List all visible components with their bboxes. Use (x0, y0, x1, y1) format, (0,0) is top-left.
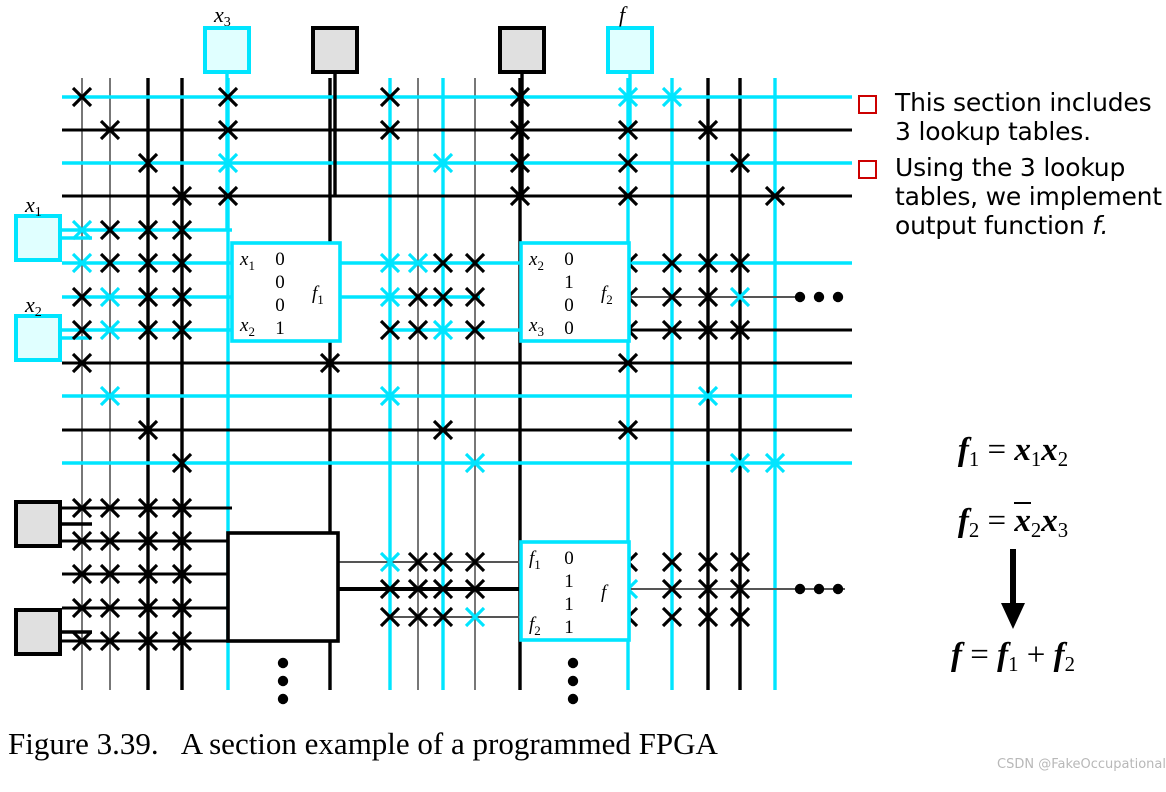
lut-content-bit: 0 (564, 548, 574, 569)
vertical-ellipsis (567, 657, 579, 669)
pad-label-f: f (619, 2, 626, 27)
lut-content-bit: 0 (564, 249, 574, 270)
vertical-ellipsis (277, 675, 289, 687)
lut-content-bit: 1 (564, 617, 574, 638)
lut-input-sub: 1 (248, 258, 255, 273)
lut-output-sub: 1 (317, 292, 324, 307)
vertical-ellipsis (567, 675, 579, 687)
figure-caption: Figure 3.39. A section example of a progr… (8, 726, 718, 761)
bullet-item: This section includes 3 lookup tables. (858, 88, 1166, 147)
lut-input-sub: 2 (248, 324, 255, 339)
lut-input-sub: 1 (534, 557, 541, 572)
bullet-text-2: Using the 3 lookup tables, we implement … (895, 152, 1162, 241)
vertical-ellipsis (567, 693, 579, 705)
lut-content-bit: 0 (275, 249, 285, 270)
horizontal-ellipsis (794, 291, 806, 303)
implication-arrow-icon (858, 547, 1166, 633)
io-pad-top-x3[interactable] (203, 26, 251, 74)
equation-f: f = f1 + f2 (950, 636, 1076, 676)
lut-content-bit: 1 (564, 571, 574, 592)
lut-content-bit: 0 (275, 295, 285, 316)
lut-content-bit: 1 (564, 272, 574, 293)
pad-label-x3: x3 (214, 2, 231, 31)
vertical-ellipsis (277, 693, 289, 705)
lut-content-bit: 0 (564, 295, 574, 316)
horizontal-ellipsis (813, 583, 825, 595)
horizontal-ellipsis (794, 583, 806, 595)
watermark: CSDN @FakeOccupational (997, 757, 1166, 772)
horizontal-ellipsis (813, 291, 825, 303)
figure-canvas: x1 x2 0 0 0 1 f1 x2 x3 0 1 0 0 f2 f1 f2 0 1 1 1 f x3 f x1 x2… (0, 0, 1166, 792)
lut-content-bit: 1 (275, 318, 285, 339)
io-pad-top-f[interactable] (606, 26, 654, 74)
io-pad-top-pad-top-2[interactable] (311, 26, 359, 74)
bullet-text-1: This section includes 3 lookup tables. (895, 88, 1152, 147)
io-pad-left-x1[interactable] (14, 214, 62, 262)
lut-input-sub: 2 (537, 258, 544, 273)
pad-label-x2: x2 (25, 292, 42, 321)
lut-content-bit: 0 (275, 272, 285, 293)
horizontal-ellipsis (832, 291, 844, 303)
lut-content-bit: 1 (564, 594, 574, 615)
io-pad-left-pad-left-4[interactable] (14, 608, 62, 656)
io-pad-top-pad-top-3[interactable] (498, 26, 546, 74)
bullet-square-icon (858, 95, 877, 114)
vertical-ellipsis (277, 657, 289, 669)
equation-f1: f1 = x1x2 (957, 432, 1069, 471)
equations-panel: f1 = x1x2 f2 = x2x3 f = f1 + f2 (858, 432, 1166, 706)
pad-label-x1: x1 (25, 192, 42, 221)
lut-content-bit: 0 (564, 318, 574, 339)
notes-panel: This section includes 3 lookup tables. U… (858, 88, 1166, 246)
bullet-square-icon (858, 159, 877, 179)
equation-f2: f2 = x2x3 (957, 501, 1069, 542)
horizontal-ellipsis (832, 583, 844, 595)
lut-input-sub: 2 (534, 623, 541, 638)
logic-block-empty[interactable] (226, 531, 340, 643)
lut-input-sub: 3 (537, 324, 544, 339)
bullet-item: Using the 3 lookup tables, we implement … (858, 153, 1166, 241)
io-pad-left-pad-left-3[interactable] (14, 500, 62, 548)
lut-output-sub: 2 (606, 292, 613, 307)
io-pad-left-x2[interactable] (14, 314, 62, 362)
